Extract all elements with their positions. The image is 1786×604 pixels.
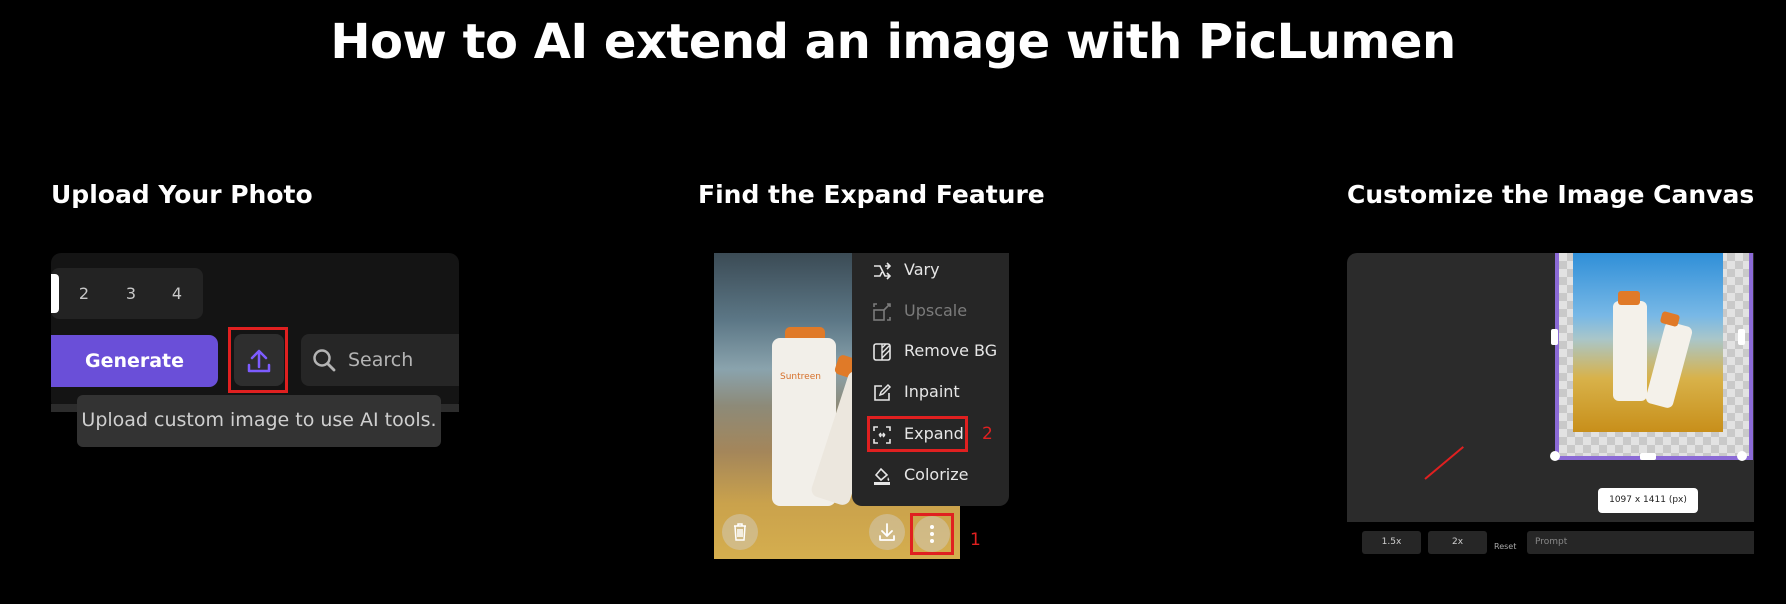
menu-label: Inpaint (904, 382, 960, 401)
page-title: How to AI extend an image with PicLumen (330, 14, 1456, 70)
ratio-2x-button[interactable]: 2x (1428, 531, 1487, 554)
trash-icon (734, 523, 746, 541)
search-icon (313, 349, 336, 372)
menu-label: Remove BG (904, 341, 998, 360)
bottom-left-corner-handle[interactable] (1550, 451, 1560, 461)
tab-1-selected[interactable] (51, 274, 59, 313)
bottle-label: Suntreen (780, 372, 821, 382)
canvas-bottle (1613, 301, 1647, 401)
canvas-size-label: 1097 x 1411 (px) (1598, 488, 1698, 513)
canvas-image (1573, 253, 1723, 432)
more-options-highlight-box (910, 513, 954, 555)
upload-tooltip: Upload custom image to use AI tools. (77, 395, 441, 447)
colorize-icon (874, 467, 890, 485)
step-title-upload: Upload Your Photo (51, 180, 313, 209)
step-marker-2: 2 (982, 424, 993, 444)
right-resize-handle[interactable] (1738, 329, 1745, 345)
canvas-bottle-cap (1618, 291, 1640, 305)
menu-item-remove-bg[interactable]: Remove BG (872, 338, 997, 364)
remove-bg-icon (873, 342, 891, 361)
tab-4[interactable]: 4 (162, 268, 192, 319)
download-button[interactable] (869, 514, 905, 550)
expand-highlight-box (867, 416, 968, 452)
inpaint-icon (874, 383, 892, 401)
delete-button[interactable] (722, 514, 758, 550)
menu-label: Vary (904, 260, 940, 279)
download-icon (879, 523, 895, 541)
reset-button[interactable]: Reset (1494, 542, 1516, 551)
menu-item-upscale[interactable]: Upscale (872, 298, 967, 324)
step-title-expand: Find the Expand Feature (698, 180, 1045, 209)
prompt-input[interactable]: Prompt (1527, 531, 1754, 554)
menu-item-inpaint[interactable]: Inpaint (872, 379, 960, 405)
search-placeholder: Search (348, 349, 414, 371)
bottom-right-corner-handle[interactable] (1737, 451, 1747, 461)
step-marker-1: 1 (970, 530, 981, 550)
left-resize-handle[interactable] (1551, 329, 1558, 345)
tab-3[interactable]: 3 (116, 268, 146, 319)
menu-label: Colorize (904, 465, 969, 484)
menu-item-vary[interactable]: Vary (872, 257, 940, 283)
vary-icon (874, 261, 892, 280)
bottom-resize-handle[interactable] (1640, 453, 1656, 460)
tab-2[interactable]: 2 (69, 268, 99, 319)
canvas-bottle-2 (1644, 320, 1694, 410)
batch-count-tabs: 2 3 4 (51, 268, 203, 319)
menu-item-colorize[interactable]: Colorize (872, 462, 968, 488)
canvas-bottle-cap-2 (1659, 310, 1681, 328)
generate-button[interactable]: Generate (51, 335, 218, 387)
step-title-customize: Customize the Image Canvas (1347, 180, 1755, 209)
upscale-icon (873, 302, 891, 321)
menu-label: Upscale (904, 301, 968, 320)
upload-highlight-box (228, 327, 288, 393)
ratio-1-5x-button[interactable]: 1.5x (1362, 531, 1421, 554)
